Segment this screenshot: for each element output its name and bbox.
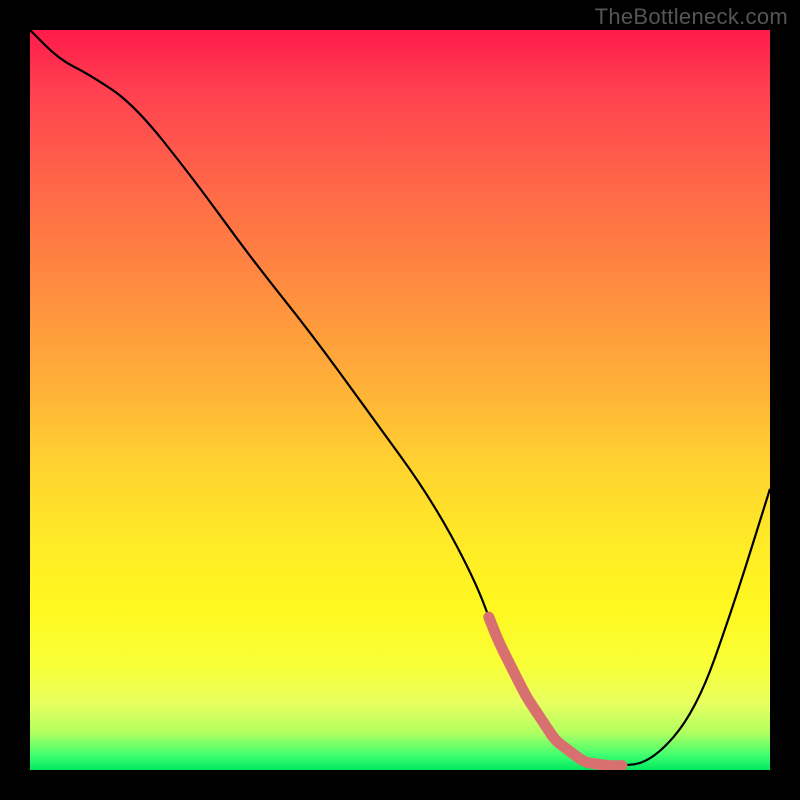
- watermark-text: TheBottleneck.com: [595, 4, 788, 30]
- chart-plot-area: [30, 30, 770, 770]
- bottleneck-curve: [30, 30, 770, 770]
- highlight-band: [30, 30, 770, 770]
